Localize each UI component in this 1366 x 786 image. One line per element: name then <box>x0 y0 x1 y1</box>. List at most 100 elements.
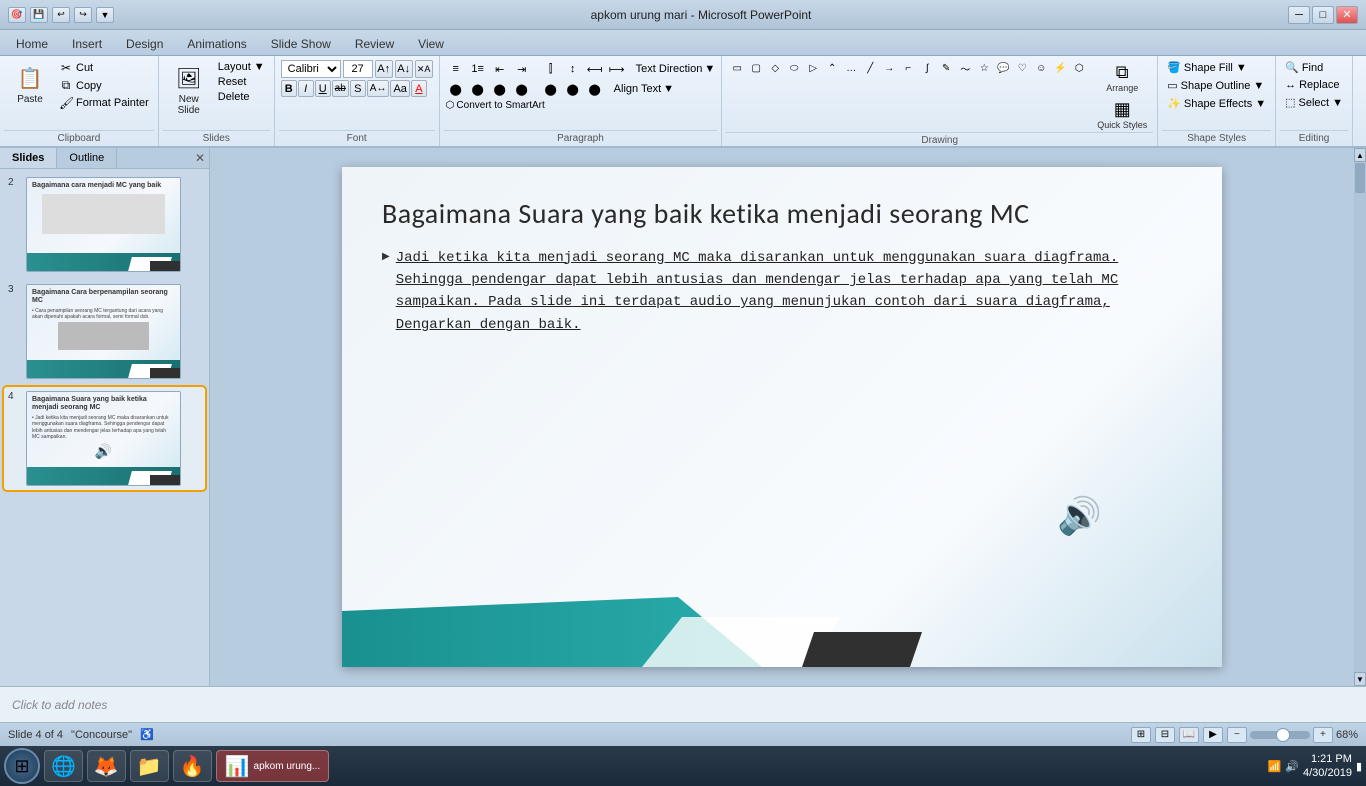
shape-freeform[interactable]: ✎ <box>937 60 955 76</box>
slide-thumb-2[interactable]: 2 Bagaimana cara menjadi MC yang baik <box>4 173 205 276</box>
slide-editing-area[interactable]: Bagaimana Suara yang baik ketika menjadi… <box>210 148 1354 686</box>
shape-star[interactable]: ☆ <box>975 60 993 76</box>
maximize-button[interactable]: □ <box>1312 6 1334 24</box>
text-direction-button[interactable]: Text Direction ▼ <box>636 63 716 75</box>
shape-chevron[interactable]: ⌃ <box>823 60 841 76</box>
office-button[interactable]: 🎯 <box>8 7 26 23</box>
font-size-increase[interactable]: A↑ <box>375 60 393 78</box>
taskbar-chrome[interactable]: 🌐 <box>44 750 83 782</box>
replace-button[interactable]: ↔ Replace <box>1282 78 1342 92</box>
align-middle-button[interactable]: ⬤ <box>563 80 583 98</box>
shape-lightning[interactable]: ⚡ <box>1051 60 1069 76</box>
rtl-button[interactable]: ⟻ <box>585 60 605 78</box>
tab-review[interactable]: Review <box>343 33 406 55</box>
case-button[interactable]: Aa <box>390 80 409 97</box>
shape-diamond[interactable]: ◇ <box>766 60 784 76</box>
align-right-button[interactable]: ⬤ <box>490 80 510 98</box>
slide-thumb-4[interactable]: 4 Bagaimana Suara yang baik ketika menja… <box>4 387 205 490</box>
font-name-select[interactable]: Calibri <box>281 60 341 78</box>
quick-styles-button[interactable]: ▦ Quick Styles <box>1093 97 1151 132</box>
clear-formatting[interactable]: ✕A <box>415 60 433 78</box>
taskbar-app3[interactable]: 🔥 <box>173 750 212 782</box>
shadow-button[interactable]: S <box>350 80 366 97</box>
shape-rounded[interactable]: ▢ <box>747 60 765 76</box>
tab-home[interactable]: Home <box>4 33 60 55</box>
scroll-down-arrow[interactable]: ▼ <box>1354 672 1366 686</box>
tab-slideshow[interactable]: Slide Show <box>259 33 343 55</box>
slide-title[interactable]: Bagaimana Suara yang baik ketika menjadi… <box>382 197 1182 231</box>
tab-outline[interactable]: Outline <box>57 148 117 168</box>
align-center-button[interactable]: ⬤ <box>468 80 488 98</box>
reset-button[interactable]: Reset <box>215 75 268 89</box>
shape-oval[interactable]: ⬭ <box>785 60 803 76</box>
reading-view-button[interactable]: 📖 <box>1179 727 1199 743</box>
arrange-button[interactable]: ⧉ Arrange <box>1093 60 1151 95</box>
zoom-out-button[interactable]: − <box>1227 727 1247 743</box>
main-slide[interactable]: Bagaimana Suara yang baik ketika menjadi… <box>342 167 1222 667</box>
quick-dropdown[interactable]: ▼ <box>96 7 114 23</box>
font-color-button[interactable]: A <box>411 80 427 97</box>
quick-save[interactable]: 💾 <box>30 7 48 23</box>
scroll-up-arrow[interactable]: ▲ <box>1354 148 1366 162</box>
tab-animations[interactable]: Animations <box>175 33 258 55</box>
strikethrough-button[interactable]: ab <box>332 80 349 97</box>
zoom-slider[interactable] <box>1250 731 1310 739</box>
zoom-in-button[interactable]: + <box>1313 727 1333 743</box>
cut-button[interactable]: ✂ Cut <box>56 60 152 76</box>
columns-button[interactable]: ⫿ <box>541 60 561 78</box>
accessibility-icon[interactable]: ♿ <box>140 728 154 741</box>
shape-elbow[interactable]: ⌐ <box>899 60 917 76</box>
select-button[interactable]: ⬚ Select ▼ <box>1282 95 1346 110</box>
tab-view[interactable]: View <box>406 33 456 55</box>
convert-smartart-button[interactable]: ⬡ Convert to SmartArt <box>446 100 545 111</box>
format-painter-button[interactable]: 🖌 Format Painter <box>56 95 152 111</box>
shape-more[interactable]: … <box>842 60 860 76</box>
taskbar-powerpoint[interactable]: 📊 apkom urung... <box>216 750 330 782</box>
find-button[interactable]: 🔍 Find <box>1282 60 1326 75</box>
speaker-icon[interactable]: 🔊 <box>1057 495 1102 537</box>
char-spacing-button[interactable]: A↔ <box>367 80 390 97</box>
slide-thumb-3[interactable]: 3 Bagaimana Cara berpenampilan seorang M… <box>4 280 205 383</box>
shape-curved[interactable]: ∫ <box>918 60 936 76</box>
decrease-indent-button[interactable]: ⇤ <box>490 60 510 78</box>
bold-button[interactable]: B <box>281 80 297 97</box>
shape-effects-button[interactable]: ✨ Shape Effects ▼ <box>1164 96 1269 111</box>
notes-area[interactable]: Click to add notes <box>0 686 1366 722</box>
tab-design[interactable]: Design <box>114 33 175 55</box>
tab-insert[interactable]: Insert <box>60 33 114 55</box>
tab-slides[interactable]: Slides <box>0 148 57 168</box>
shape-flowchart[interactable]: ⬡ <box>1070 60 1088 76</box>
minimize-button[interactable]: ─ <box>1288 6 1310 24</box>
layout-button[interactable]: Layout ▼ <box>215 60 268 74</box>
ltr-button[interactable]: ⟼ <box>607 60 627 78</box>
notes-placeholder[interactable]: Click to add notes <box>12 698 107 712</box>
normal-view-button[interactable]: ⊞ <box>1131 727 1151 743</box>
start-button[interactable]: ⊞ <box>4 748 40 784</box>
paste-button[interactable]: 📋 Paste <box>6 60 54 107</box>
shape-right-arrow[interactable]: ▷ <box>804 60 822 76</box>
slide-body[interactable]: Jadi ketika kita menjadi seorang MC maka… <box>382 247 1182 337</box>
justify-button[interactable]: ⬤ <box>512 80 532 98</box>
increase-indent-button[interactable]: ⇥ <box>512 60 532 78</box>
font-size-box[interactable]: 27 <box>343 60 373 78</box>
line-spacing-button[interactable]: ↕ <box>563 60 583 78</box>
shape-heart[interactable]: ♡ <box>1013 60 1031 76</box>
shape-outline-button[interactable]: ▭ Shape Outline ▼ <box>1164 78 1267 93</box>
delete-button[interactable]: Delete <box>215 90 268 104</box>
align-text-button[interactable]: Align Text ▼ <box>614 83 674 95</box>
taskbar-firefox[interactable]: 🦊 <box>87 750 126 782</box>
new-slide-button[interactable]: 🖼 New Slide <box>165 60 213 118</box>
italic-button[interactable]: I <box>298 80 314 97</box>
align-bottom-button[interactable]: ⬤ <box>585 80 605 98</box>
shape-line[interactable]: ╱ <box>861 60 879 76</box>
slide-sorter-button[interactable]: ⊟ <box>1155 727 1175 743</box>
font-size-decrease[interactable]: A↓ <box>395 60 413 78</box>
shape-smiley[interactable]: ☺ <box>1032 60 1050 76</box>
taskbar-explorer[interactable]: 📁 <box>130 750 169 782</box>
shape-fill-button[interactable]: 🪣 Shape Fill ▼ <box>1164 60 1250 75</box>
shape-rect[interactable]: ▭ <box>728 60 746 76</box>
align-top-button[interactable]: ⬤ <box>541 80 561 98</box>
close-button[interactable]: ✕ <box>1336 6 1358 24</box>
underline-button[interactable]: U <box>315 80 331 97</box>
bullet-list-button[interactable]: ≡ <box>446 60 466 78</box>
